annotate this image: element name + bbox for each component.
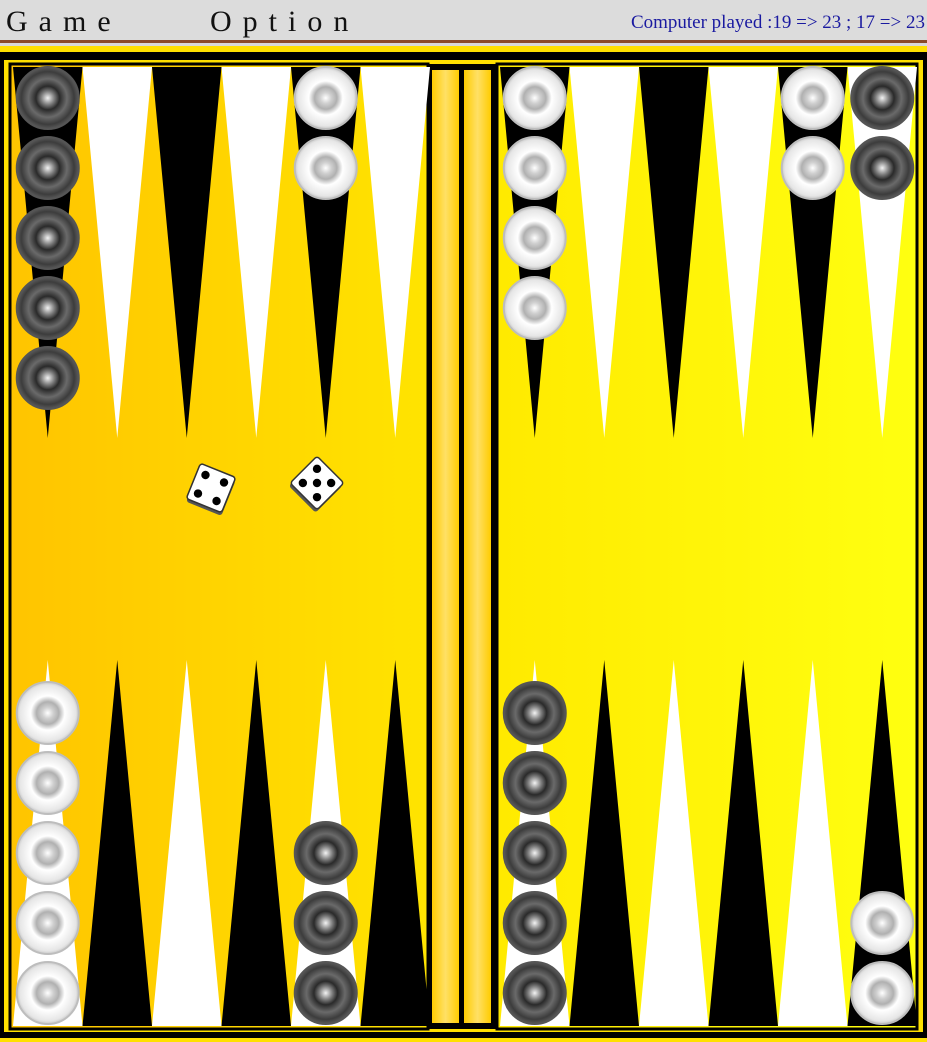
white-checker[interactable] bbox=[780, 136, 845, 200]
black-checker[interactable] bbox=[502, 681, 567, 745]
game-menu[interactable]: Game bbox=[6, 4, 122, 40]
black-checker[interactable] bbox=[502, 961, 567, 1025]
right-half bbox=[495, 62, 919, 1031]
black-checker[interactable] bbox=[15, 206, 80, 270]
black-checker[interactable] bbox=[850, 66, 915, 130]
board-canvas bbox=[0, 46, 927, 1042]
frame-bottom-rail bbox=[0, 1032, 927, 1038]
bar-right-strip bbox=[464, 70, 491, 1023]
white-checker[interactable] bbox=[502, 276, 567, 340]
black-checker[interactable] bbox=[850, 136, 915, 200]
white-checker[interactable] bbox=[293, 136, 358, 200]
black-checker[interactable] bbox=[293, 821, 358, 885]
last-move-status: Computer played :19 => 23 ; 17 => 23 bbox=[630, 12, 925, 33]
backgammon-board bbox=[0, 46, 927, 1042]
black-checker[interactable] bbox=[502, 751, 567, 815]
white-checker[interactable] bbox=[15, 891, 80, 955]
frame-top-rail bbox=[0, 52, 927, 60]
black-checker[interactable] bbox=[502, 821, 567, 885]
black-checker[interactable] bbox=[15, 136, 80, 200]
black-checker[interactable] bbox=[293, 961, 358, 1025]
white-checker[interactable] bbox=[850, 961, 915, 1025]
white-checker[interactable] bbox=[15, 961, 80, 1025]
white-checker[interactable] bbox=[780, 66, 845, 130]
white-checker[interactable] bbox=[293, 66, 358, 130]
white-checker[interactable] bbox=[502, 66, 567, 130]
option-menu[interactable]: Option bbox=[210, 4, 359, 40]
left-half bbox=[8, 62, 430, 1031]
frame-right-rail bbox=[923, 56, 927, 1032]
white-checker[interactable] bbox=[502, 136, 567, 200]
black-checker[interactable] bbox=[15, 346, 80, 410]
menu-bar: Game Option Computer played :19 => 23 ; … bbox=[0, 0, 927, 43]
black-checker[interactable] bbox=[502, 891, 567, 955]
black-checker[interactable] bbox=[15, 276, 80, 340]
black-checker[interactable] bbox=[293, 891, 358, 955]
white-checker[interactable] bbox=[15, 821, 80, 885]
white-checker[interactable] bbox=[850, 891, 915, 955]
black-checker[interactable] bbox=[15, 66, 80, 130]
white-checker[interactable] bbox=[15, 681, 80, 745]
white-checker[interactable] bbox=[15, 751, 80, 815]
white-checker[interactable] bbox=[502, 206, 567, 270]
bar-left-strip bbox=[432, 70, 459, 1023]
frame-left-rail bbox=[0, 56, 4, 1032]
